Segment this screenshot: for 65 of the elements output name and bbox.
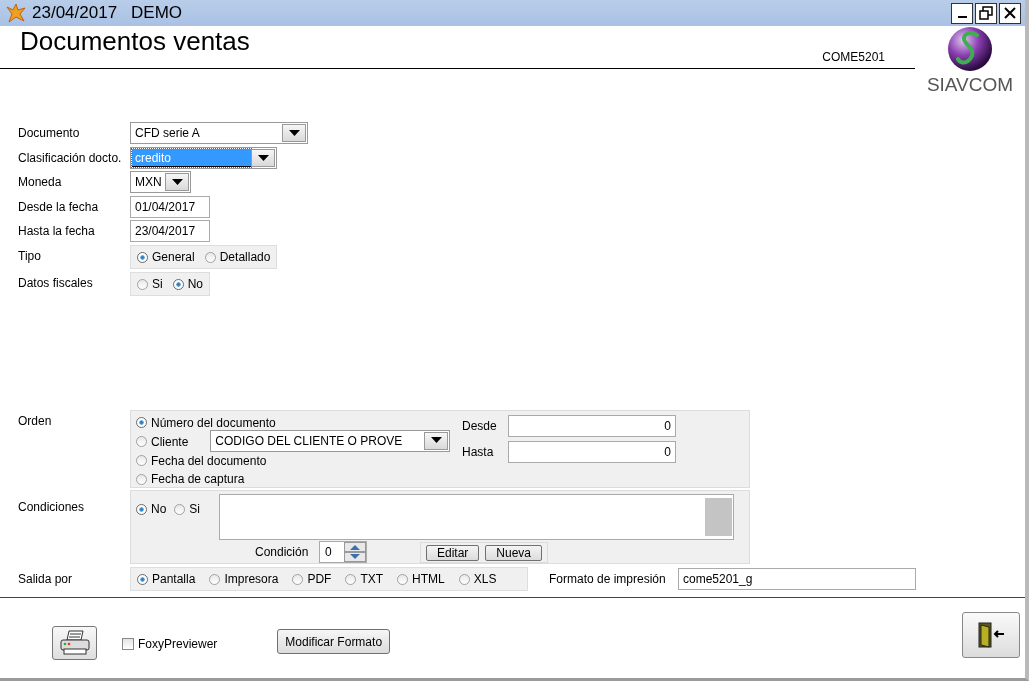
field-label: Desde (462, 419, 498, 433)
date-field[interactable]: 23/04/2017 (130, 220, 210, 242)
input-field[interactable]: 0 (508, 441, 676, 463)
dropdown[interactable]: CFD serie A (130, 122, 308, 144)
restore-button[interactable] (975, 2, 997, 24)
printer-button[interactable] (52, 625, 97, 660)
date-field[interactable]: 01/04/2017 (130, 196, 210, 218)
action-button[interactable]: Editar (426, 544, 480, 561)
radio-option[interactable]: Cliente (136, 434, 189, 449)
logo-text: SIAVCOM (926, 75, 1014, 95)
field-label: Orden (18, 413, 53, 428)
field-label: Salida por (18, 572, 74, 586)
radio-option[interactable]: Fecha de captura (136, 472, 245, 487)
field-label: Condición (255, 545, 310, 559)
field-label: Moneda (18, 174, 63, 189)
radio-option[interactable]: HTML (397, 572, 445, 586)
caret-icon[interactable] (282, 124, 306, 142)
radio-option[interactable]: General (137, 250, 195, 264)
restore-icon (979, 6, 993, 20)
app-icon (4, 1, 28, 25)
scrollbar[interactable] (705, 498, 732, 536)
minimize-button[interactable] (951, 2, 973, 24)
caret-icon[interactable] (424, 431, 449, 450)
spinner-field[interactable]: 0 (319, 541, 367, 563)
field-label: Condiciones (18, 499, 86, 514)
dropdown[interactable]: MXN (130, 171, 191, 193)
field-label: Clasificación docto. (18, 150, 123, 165)
caret-icon[interactable] (165, 173, 189, 191)
input-field[interactable]: 0 (508, 415, 676, 437)
radio-option[interactable]: PDF (292, 572, 332, 586)
field-label: Formato de impresión (549, 572, 667, 586)
field-label: Hasta (462, 445, 495, 459)
input-field[interactable]: come5201_g (678, 568, 916, 590)
close-button[interactable] (999, 2, 1021, 24)
modify-format-button[interactable]: Modificar Formato (277, 629, 391, 654)
radio-option[interactable]: Si (137, 277, 163, 291)
field-label: Tipo (18, 248, 42, 263)
radio-option[interactable]: Número del documento (136, 415, 276, 430)
radio-option[interactable]: TXT (345, 572, 384, 586)
radio-option[interactable]: No (136, 502, 167, 516)
caret-icon[interactable] (251, 149, 275, 167)
field-label: Hasta la fecha (18, 223, 96, 238)
radio-option[interactable]: Impresora (209, 572, 279, 586)
form-code: COME5201 (822, 50, 885, 64)
minimize-icon (957, 16, 967, 18)
radio-option[interactable]: No (172, 277, 203, 291)
field-label: Datos fiscales (18, 275, 94, 290)
dropdown[interactable]: CODIGO DEL CLIENTE O PROVE (210, 429, 451, 452)
window-title: 23/04/2017 (32, 3, 118, 23)
door-arrow-icon (976, 621, 1006, 649)
close-icon (1003, 6, 1017, 20)
radio-option[interactable]: Detallado (204, 250, 271, 264)
radio-option[interactable]: Pantalla (137, 572, 196, 586)
printer-icon (58, 629, 91, 656)
company-name: DEMO (131, 3, 183, 23)
exit-button[interactable] (962, 612, 1020, 658)
action-button[interactable]: Nueva (485, 544, 543, 561)
radio-option[interactable]: XLS (458, 572, 497, 586)
radio-option[interactable]: Fecha del documento (136, 454, 267, 468)
field-label: Desde la fecha (18, 199, 100, 214)
radio-option[interactable]: Si (174, 502, 200, 516)
spinner-arrows-icon[interactable] (344, 542, 366, 562)
field-label: Documento (18, 125, 81, 140)
page-title: Documentos ventas (20, 26, 250, 58)
checkbox[interactable]: FoxyPreviewer (122, 636, 218, 651)
